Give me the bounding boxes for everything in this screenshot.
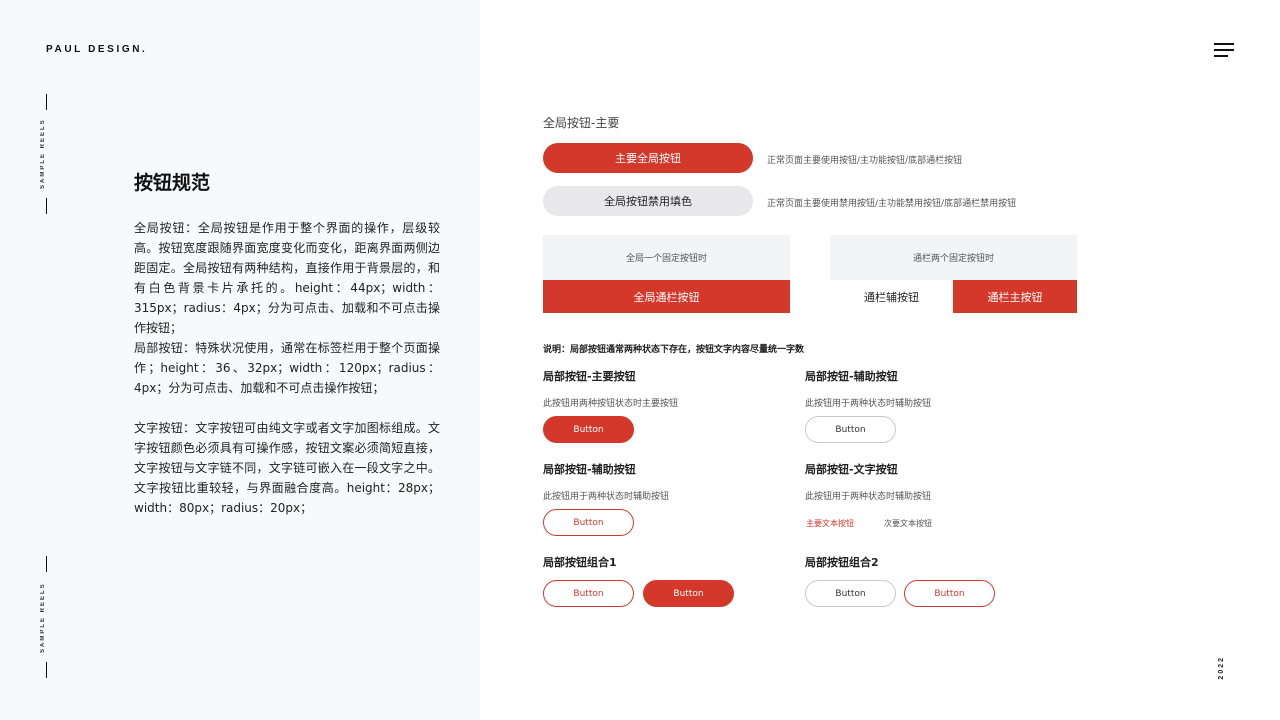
brand-logo: PAUL DESIGN. bbox=[46, 44, 148, 55]
desc-local-buttons: 局部按钮：特殊状况使用，通常在标签栏用于整个页面操作；height：36、32p… bbox=[134, 341, 440, 395]
double-bar-caption: 通栏两个固定按钮时 bbox=[830, 235, 1077, 280]
combo1-primary-button[interactable]: Button bbox=[643, 580, 734, 607]
reel-line-top bbox=[46, 94, 47, 110]
local-primary-title: 局部按钮-主要按钮 bbox=[543, 370, 636, 383]
local-buttons-note: 说明：局部按钮通常两种状态下存在，按钮文字内容尽量统一字数 bbox=[543, 345, 805, 355]
local-primary-button[interactable]: Button bbox=[543, 416, 634, 443]
secondary-text-button[interactable]: 次要文本按钮 bbox=[884, 518, 932, 529]
reel-line-top bbox=[46, 556, 47, 572]
full-bar-button[interactable]: 全局通栏按钮 bbox=[543, 280, 790, 313]
combo1-outline-button[interactable]: Button bbox=[543, 580, 634, 607]
page-title: 按钮规范 bbox=[134, 172, 211, 194]
local-aux-gray-button[interactable]: Button bbox=[805, 416, 896, 443]
local-text-title: 局部按钮-文字按钮 bbox=[805, 463, 898, 476]
primary-global-button[interactable]: 主要全局按钮 bbox=[543, 143, 753, 173]
combo2-title: 局部按钮组合2 bbox=[805, 556, 879, 569]
hamburger-menu-icon[interactable] bbox=[1214, 42, 1234, 58]
local-aux-red-button[interactable]: Button bbox=[543, 509, 634, 536]
primary-text-button[interactable]: 主要文本按钮 bbox=[806, 518, 854, 529]
combo1-title: 局部按钮组合1 bbox=[543, 556, 617, 569]
local-text-hint: 此按钮用于两种状态时辅助按钮 bbox=[805, 492, 932, 502]
disabled-global-button: 全局按钮禁用填色 bbox=[543, 186, 753, 216]
primary-global-hint: 正常页面主要使用按钮/主功能按钮/底部通栏按钮 bbox=[767, 156, 963, 166]
sample-reels-marker-bottom: SAMPLE REELS bbox=[40, 556, 52, 680]
disabled-global-hint: 正常页面主要使用禁用按钮/主功能禁用按钮/底部通栏禁用按钮 bbox=[767, 199, 1017, 209]
global-heading: 全局按钮-主要 bbox=[543, 116, 620, 130]
desc-global-buttons: 全局按钮：全局按钮是作用于整个界面的操作，层级较高。按钮宽度跟随界面宽度变化而变… bbox=[134, 221, 440, 335]
local-primary-hint: 此按钮用两种按钮状态时主要按钮 bbox=[543, 399, 679, 409]
sample-reels-marker-top: SAMPLE REELS bbox=[40, 94, 52, 214]
reel-line-bottom bbox=[46, 662, 47, 678]
bar-primary-button[interactable]: 通栏主按钮 bbox=[953, 280, 1077, 313]
year-label: 2022 bbox=[1218, 656, 1225, 680]
reel-text-bottom: SAMPLE REELS bbox=[40, 582, 46, 654]
double-bar-example: 通栏两个固定按钮时 通栏辅按钮 通栏主按钮 bbox=[830, 235, 1077, 313]
combo2-gray-button[interactable]: Button bbox=[805, 580, 896, 607]
reel-text-top: SAMPLE REELS bbox=[40, 118, 46, 190]
local-aux-red-hint: 此按钮用于两种状态时辅助按钮 bbox=[543, 492, 670, 502]
local-aux-red-title: 局部按钮-辅助按钮 bbox=[543, 463, 636, 476]
single-bar-example: 全局一个固定按钮时 全局通栏按钮 bbox=[543, 235, 790, 313]
single-bar-caption: 全局一个固定按钮时 bbox=[543, 235, 790, 280]
combo2-outline-button[interactable]: Button bbox=[904, 580, 995, 607]
bar-secondary-button[interactable]: 通栏辅按钮 bbox=[830, 280, 953, 313]
desc-text-buttons: 文字按钮：文字按钮可由纯文字或者文字加图标组成。文字按钮颜色必须具有可操作感，按… bbox=[134, 421, 440, 515]
local-aux-title: 局部按钮-辅助按钮 bbox=[805, 370, 898, 383]
reel-line-bottom bbox=[46, 198, 47, 214]
local-aux-hint: 此按钮用于两种状态时辅助按钮 bbox=[805, 399, 932, 409]
